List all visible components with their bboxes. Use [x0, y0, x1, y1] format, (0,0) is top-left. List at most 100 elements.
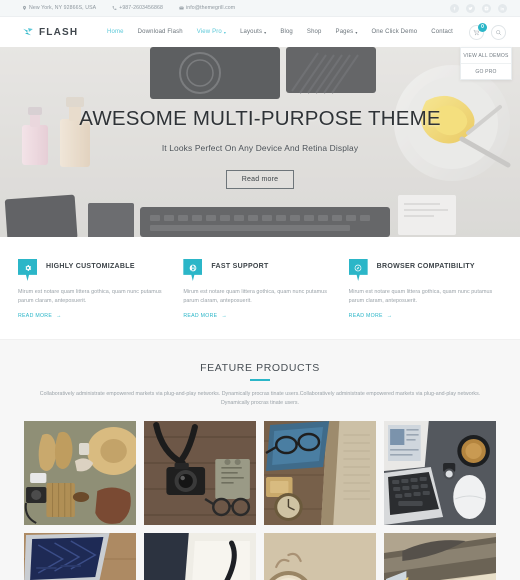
feature-body: Mirum est notare quam littera gothica, q…	[18, 289, 162, 304]
nav-label: Home	[107, 29, 124, 35]
feature-header: BROWSER COMPATIBILITY	[348, 259, 502, 281]
social-links	[450, 3, 507, 13]
nav-label: Shop	[306, 29, 322, 35]
nav-item-one-click-demo[interactable]: One Click Demo	[364, 29, 424, 35]
nav-item-shop[interactable]: Shop	[300, 29, 329, 35]
feature-header: FAST SUPPORT	[183, 259, 336, 281]
cart-count-badge: 0	[478, 22, 487, 32]
nav-label: Download Flash	[137, 29, 183, 35]
section-description: Collaboratively administrate empowered m…	[39, 390, 481, 407]
phone-text: +987-2603456868	[119, 5, 163, 11]
product-tile-notebook-pen[interactable]	[144, 533, 256, 580]
search-button[interactable]	[491, 24, 506, 40]
read-more-label: READ MORE	[183, 312, 218, 319]
product-tile-travel-flatlay[interactable]	[24, 421, 136, 526]
nav-item-download-flash[interactable]: Download Flash	[131, 29, 190, 35]
phone-item[interactable]: +987-2603456868	[112, 5, 163, 11]
feature-title: BROWSER COMPATIBILITY	[376, 263, 475, 270]
chevron-down-icon: ▾	[223, 29, 227, 35]
product-tile-books-watch[interactable]	[264, 421, 376, 526]
header-tools: 0	[469, 22, 506, 40]
page-root: New York, NY 92866S, USA +987-2603456868…	[0, 0, 520, 580]
address-text: New York, NY 92866S, USA	[29, 5, 97, 11]
email-item[interactable]: info@themegrill.com	[179, 5, 235, 11]
location-pin-icon	[23, 5, 26, 11]
feature-card-browser-compatibility: BROWSER COMPATIBILITY Mirum est notare q…	[348, 259, 502, 319]
travel-flatlay-sandals-hat-camera-image	[24, 421, 136, 526]
feature-read-more-link[interactable]: READ MORE →	[349, 313, 502, 319]
instagram-icon[interactable]	[482, 3, 491, 13]
chevron-down-icon: ▾	[355, 29, 358, 35]
old-books-glasses-pocketwatch-image	[264, 421, 376, 526]
product-tile-open-book-glasses[interactable]	[384, 533, 496, 580]
feature-body: Mirum est notare quam littera gothica, q…	[348, 289, 493, 304]
section-title: FEATURE PRODUCTS	[200, 361, 320, 374]
compass-icon	[348, 259, 368, 281]
hero-title: AWESOME MULTI-PURPOSE THEME	[79, 107, 441, 130]
gear-icon	[18, 259, 37, 281]
camera-and-glasses-on-wood-image	[144, 421, 256, 526]
read-more-label: READ MORE	[348, 312, 383, 319]
hero-content: AWESOME MULTI-PURPOSE THEME It Looks Per…	[0, 47, 520, 237]
nav-item-blog[interactable]: Blog	[273, 29, 300, 35]
feature-header: HIGHLY CUSTOMIZABLE	[18, 259, 171, 281]
product-tile-alarm-clock[interactable]	[264, 533, 376, 580]
feature-body: Mirum est notare quam littera gothica, q…	[183, 289, 327, 304]
hero-subtitle: It Looks Perfect On Any Device And Retin…	[161, 143, 359, 153]
top-info-bar: New York, NY 92866S, USA +987-2603456868…	[0, 0, 520, 17]
twitter-icon[interactable]	[466, 3, 475, 13]
product-grid	[24, 421, 496, 580]
feature-title: HIGHLY CUSTOMIZABLE	[46, 263, 135, 270]
menu-item-view-all-demos[interactable]: VIEW ALL DEMOS	[461, 48, 511, 63]
nav-label: Pages	[335, 29, 354, 35]
title-underline	[250, 378, 270, 381]
demo-dropdown-menu: VIEW ALL DEMOS GO PRO	[460, 47, 512, 80]
globe-icon	[183, 259, 203, 281]
open-book-with-glasses-image	[384, 533, 496, 580]
site-logo[interactable]: FLASH	[22, 26, 78, 38]
feature-card-fast-support: FAST SUPPORT Mirum est notare quam litte…	[183, 259, 336, 319]
product-tile-navy-laptop[interactable]	[24, 533, 136, 580]
hero-read-more-button[interactable]: Read more	[225, 170, 295, 189]
cart-button[interactable]: 0	[469, 22, 487, 40]
nav-label: Layouts	[240, 29, 263, 35]
search-icon	[496, 29, 502, 35]
feature-products-section: FEATURE PRODUCTS Collaboratively adminis…	[0, 339, 520, 580]
feature-read-more-link[interactable]: READ MORE →	[18, 313, 171, 319]
notebook-and-pen-flatlay-image	[144, 533, 256, 580]
feature-read-more-link[interactable]: READ MORE →	[183, 313, 336, 319]
logo-text: FLASH	[39, 26, 79, 38]
product-tile-camera-glasses[interactable]	[144, 421, 256, 526]
facebook-icon[interactable]	[450, 3, 459, 13]
feature-card-highly-customizable: HIGHLY CUSTOMIZABLE Mirum est notare qua…	[18, 259, 171, 319]
menu-item-go-pro[interactable]: GO PRO	[461, 63, 511, 79]
hero-banner: AWESOME MULTI-PURPOSE THEME It Looks Per…	[0, 47, 520, 237]
flash-bird-logo-icon	[23, 28, 33, 36]
feature-title: FAST SUPPORT	[211, 263, 269, 270]
nav-label: Contact	[431, 29, 453, 35]
nav-item-pages[interactable]: Pages ▾	[329, 29, 365, 35]
phone-icon	[112, 6, 117, 10]
address-item: New York, NY 92866S, USA	[22, 5, 96, 11]
nav-item-home[interactable]: Home	[100, 29, 131, 35]
alarm-clock-on-beige-image	[264, 533, 376, 580]
nav-item-layouts[interactable]: Layouts ▾	[233, 29, 273, 35]
chevron-down-icon: ▾	[264, 29, 267, 35]
laptop-mouse-coffee-desk-image	[384, 421, 496, 526]
arrow-right-icon: →	[386, 312, 393, 319]
linkedin-icon[interactable]	[498, 3, 507, 13]
arrow-right-icon: →	[221, 312, 227, 319]
nav-label: View Pro	[196, 29, 222, 35]
navy-screen-laptop-on-wood-image	[24, 533, 136, 580]
product-tile-laptop-desk[interactable]	[384, 421, 496, 526]
nav-label: Blog	[280, 29, 293, 35]
features-section: HIGHLY CUSTOMIZABLE Mirum est notare qua…	[0, 237, 520, 340]
nav-label: One Click Demo	[371, 29, 418, 35]
read-more-label: READ MORE	[18, 312, 53, 319]
nav-item-view-pro[interactable]: View Pro ▾	[190, 29, 233, 35]
nav-item-contact[interactable]: Contact	[424, 29, 460, 35]
main-navigation: Home Download Flash View Pro ▾ Layouts ▾ B…	[100, 29, 460, 35]
site-header: FLASH Home Download Flash View Pro ▾ Layo…	[0, 17, 520, 80]
email-text: info@themegrill.com	[185, 5, 236, 11]
envelope-icon	[179, 6, 184, 10]
